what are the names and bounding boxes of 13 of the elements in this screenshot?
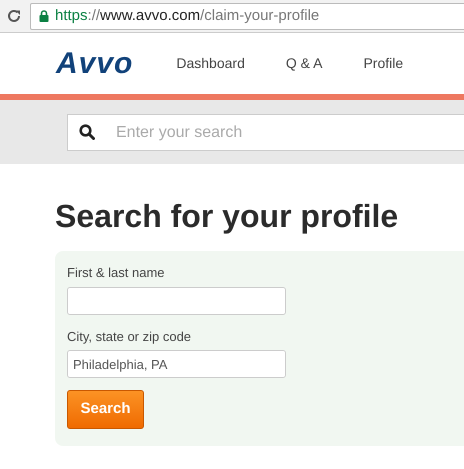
reload-icon[interactable] [6,8,22,24]
nav-link[interactable]: Profile [363,53,404,74]
url-text: https://www.avvo.com/claim-your-profile [55,6,320,26]
input-field[interactable] [67,286,286,314]
logo[interactable]: Avvo [56,41,134,86]
search-field[interactable]: Enter your search [67,114,464,151]
field-label: First & last name [67,264,166,282]
nav-link[interactable]: Dashboard [176,53,245,74]
nav-link[interactable]: Q & A [286,53,322,74]
address-bar[interactable]: https://www.avvo.com/claim-your-profile [30,2,464,30]
input-field[interactable]: Philadelphia, PA [67,350,286,378]
field-label: City, state or zip code [67,328,192,346]
page-title: Search for your profile [55,197,400,236]
